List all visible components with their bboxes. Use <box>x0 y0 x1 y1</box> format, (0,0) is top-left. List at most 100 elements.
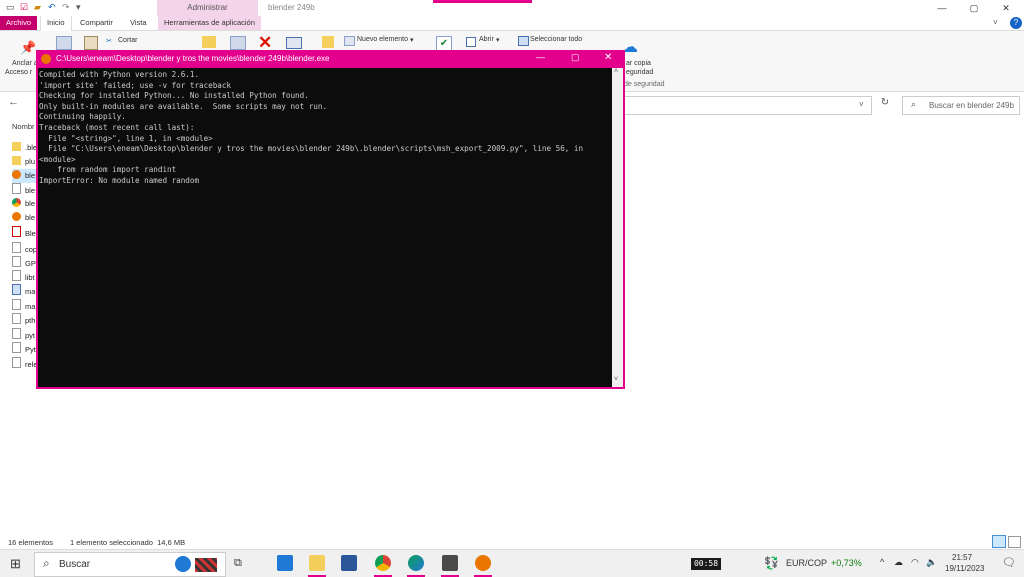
blender-icon <box>41 54 51 64</box>
taskbar-search-input[interactable]: ⌕ Buscar <box>34 552 226 577</box>
ribbon-tabs: Archivo Inicio Compartir Vista Herramien… <box>0 16 1024 31</box>
contextual-tab-header: Administrar <box>157 0 258 16</box>
cortar-button[interactable]: Cortar <box>118 37 137 44</box>
cloud-icon[interactable]: ☁ <box>894 557 903 568</box>
console-output[interactable]: Compiled with Python version 2.6.1.'impo… <box>38 68 612 387</box>
collapse-ribbon-icon[interactable]: ˅ <box>993 18 1003 28</box>
tab-herramientas-aplicacion[interactable]: Herramientas de aplicación <box>158 16 261 30</box>
address-bar[interactable]: ˅ <box>622 96 872 115</box>
tab-inicio[interactable]: Inicio <box>40 16 72 31</box>
rename-icon[interactable] <box>286 37 302 49</box>
file-icon <box>12 299 21 310</box>
blender-icon[interactable] <box>475 555 491 571</box>
currency-icon[interactable]: 💱 <box>764 556 779 570</box>
wifi-icon[interactable]: ◠ <box>911 557 919 568</box>
pin-icon[interactable]: 📌 <box>20 40 36 56</box>
new-folder-icon[interactable]: ▰ <box>34 2 41 13</box>
seleccionar-todo-button[interactable]: Seleccionar todo <box>530 36 582 43</box>
move-to-icon[interactable] <box>202 36 216 48</box>
file-name: ble <box>25 171 36 180</box>
properties-icon[interactable]: ☑ <box>20 2 28 13</box>
terminal-icon[interactable] <box>442 555 458 571</box>
console-window[interactable]: C:\Users\eneam\Desktop\blender y tros th… <box>36 50 625 389</box>
tab-compartir[interactable]: Compartir <box>74 16 119 30</box>
clock-time[interactable]: 21:57 <box>952 553 972 562</box>
selection-info: 1 elemento seleccionado 14,6 MB <box>70 538 186 547</box>
notifications-icon[interactable]: 🗨 <box>1002 556 1016 569</box>
file-explorer-icon[interactable] <box>309 555 325 571</box>
new-folder-icon[interactable] <box>322 36 334 48</box>
chevron-down-icon[interactable]: ▾ <box>410 36 414 44</box>
console-maximize-button[interactable]: ▢ <box>571 52 580 63</box>
console-scrollbar[interactable]: ˄ ˅ <box>612 68 623 387</box>
back-arrow-icon[interactable]: ← <box>8 96 19 108</box>
undo-icon[interactable]: ↶ <box>48 2 56 13</box>
console-title: C:\Users\eneam\Desktop\blender y tros th… <box>56 54 330 63</box>
copia-label-1[interactable]: ar copia <box>626 60 651 67</box>
tab-vista[interactable]: Vista <box>124 16 153 30</box>
customize-quick-access-icon[interactable]: ▾ <box>76 2 81 13</box>
file-name: ble <box>25 199 36 208</box>
help-icon[interactable]: ? <box>1010 17 1022 29</box>
edge-icon[interactable] <box>408 555 424 571</box>
console-line: <module> <box>39 154 76 164</box>
minimize-button[interactable]: — <box>926 0 958 16</box>
anclar-label[interactable]: Anclar a <box>12 60 38 67</box>
copy-to-icon[interactable] <box>230 36 246 50</box>
console-title-bar[interactable]: C:\Users\eneam\Desktop\blender y tros th… <box>36 50 625 68</box>
file-name: Pyt <box>25 345 36 354</box>
new-item-icon[interactable] <box>344 36 355 46</box>
scissors-icon[interactable]: ✂ <box>106 37 112 45</box>
file-icon <box>12 242 21 253</box>
close-button[interactable]: ✕ <box>990 0 1022 16</box>
file-icon <box>12 183 21 194</box>
console-line: Traceback (most recent call last): <box>39 122 195 132</box>
console-line: Compiled with Python version 2.6.1. <box>39 70 200 79</box>
console-line: File "C:\Users\eneam\Desktop\blender y t… <box>39 144 584 154</box>
currency-pair[interactable]: EUR/COP <box>786 558 827 568</box>
redo-icon[interactable]: ↷ <box>62 2 70 13</box>
copia-label-2[interactable]: eguridad <box>626 69 653 76</box>
column-header-name[interactable]: Nombr <box>12 122 35 131</box>
console-line: Only built-in modules are available. Som… <box>39 101 328 111</box>
file-name: ma <box>25 302 36 311</box>
open-icon[interactable] <box>466 37 476 47</box>
task-view-icon[interactable]: ⧉ <box>234 557 242 570</box>
console-line: ImportError: No module named random <box>39 175 200 185</box>
acceso-label[interactable]: Acceso r <box>5 69 32 76</box>
select-all-icon[interactable] <box>518 36 529 46</box>
mail-icon[interactable] <box>277 555 293 571</box>
volume-icon[interactable]: 🔈 <box>926 557 937 568</box>
chevron-up-icon[interactable]: ^ <box>880 557 884 567</box>
search-input[interactable]: ⌕ Buscar en blender 249b <box>902 96 1020 115</box>
store-icon[interactable] <box>341 555 357 571</box>
windows-start-icon[interactable]: ⊞ <box>10 556 21 572</box>
chrome-icon[interactable] <box>375 555 391 571</box>
file-icon <box>12 342 21 353</box>
chevron-down-icon[interactable]: ˅ <box>859 100 864 109</box>
status-bar: 16 elementos 1 elemento seleccionado 14,… <box>0 535 1024 549</box>
console-close-button[interactable]: ✕ <box>604 52 612 63</box>
clock-date[interactable]: 19/11/2023 <box>945 564 984 573</box>
tab-archivo[interactable]: Archivo <box>0 16 38 30</box>
scroll-up-icon[interactable]: ˄ <box>614 68 618 75</box>
copy-icon[interactable] <box>56 36 72 50</box>
pdf-icon <box>12 226 21 237</box>
paste-icon[interactable] <box>84 36 98 50</box>
maximize-button[interactable]: ▢ <box>958 0 990 16</box>
file-name: pyt <box>25 331 36 340</box>
console-minimize-button[interactable]: — <box>536 52 545 62</box>
chevron-down-icon[interactable]: ▾ <box>496 36 500 44</box>
folder-icon[interactable]: ▭ <box>6 2 15 13</box>
refresh-icon[interactable]: ↻ <box>876 97 894 113</box>
large-icons-view-icon[interactable] <box>1008 536 1021 548</box>
search-placeholder: Buscar en blender 249b <box>929 101 1014 110</box>
currency-change[interactable]: +0,73% <box>831 558 862 568</box>
file-icon <box>12 328 21 339</box>
scroll-down-icon[interactable]: ˅ <box>614 376 618 383</box>
timer-badge[interactable]: 00:58 <box>691 558 721 570</box>
details-view-icon[interactable] <box>992 535 1006 548</box>
console-line: File "<string>", line 1, in <module> <box>39 133 213 143</box>
abrir-button[interactable]: Abrir <box>479 36 494 43</box>
nuevo-elemento-button[interactable]: Nuevo elemento <box>357 36 408 43</box>
